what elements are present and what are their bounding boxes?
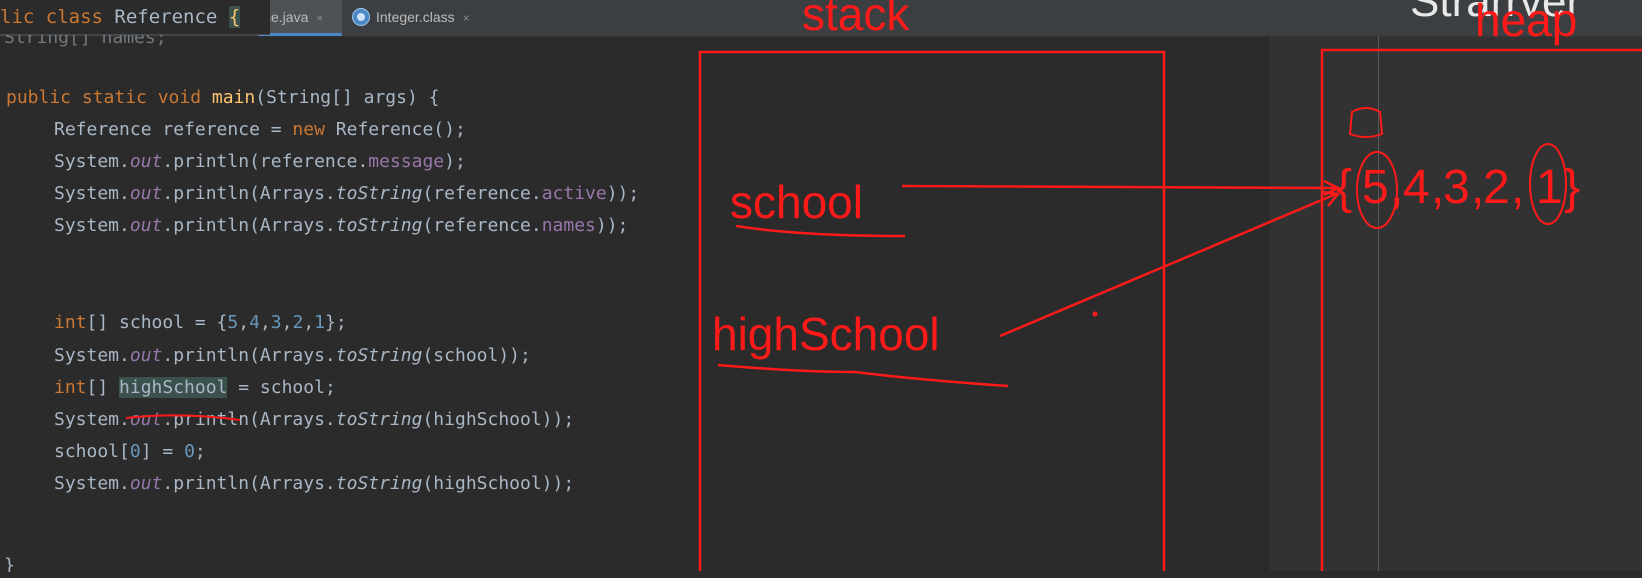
- code-underline-highschool: [125, 414, 241, 421]
- stray-pen-dot: [1092, 311, 1098, 317]
- school-reference-arrow: [901, 184, 1337, 190]
- array-element: 4: [1403, 161, 1430, 214]
- new-value-box: [1348, 107, 1384, 138]
- school-variable-label: school: [730, 176, 863, 228]
- pen-annotation-layer: Strarrver stack heap school highSchool {…: [125, 0, 1642, 571]
- array-element: 5: [1362, 161, 1389, 214]
- array-element: 2: [1483, 161, 1510, 214]
- array-comma: ,: [1511, 161, 1524, 214]
- heap-box: [1320, 48, 1642, 571]
- highschool-variable-label: highSchool: [712, 308, 940, 360]
- array-element: 3: [1443, 161, 1470, 214]
- array-open-brace: {: [1336, 161, 1352, 214]
- highschool-reference-arrow: [999, 192, 1337, 338]
- highschool-underline: [717, 363, 1009, 388]
- array-element: 1: [1536, 161, 1563, 214]
- stack-label: stack: [802, 0, 910, 40]
- heap-label: heap: [1475, 0, 1577, 46]
- heap-array-value: { 5 , 4 , 3 , 2 , 1 }: [1336, 161, 1580, 214]
